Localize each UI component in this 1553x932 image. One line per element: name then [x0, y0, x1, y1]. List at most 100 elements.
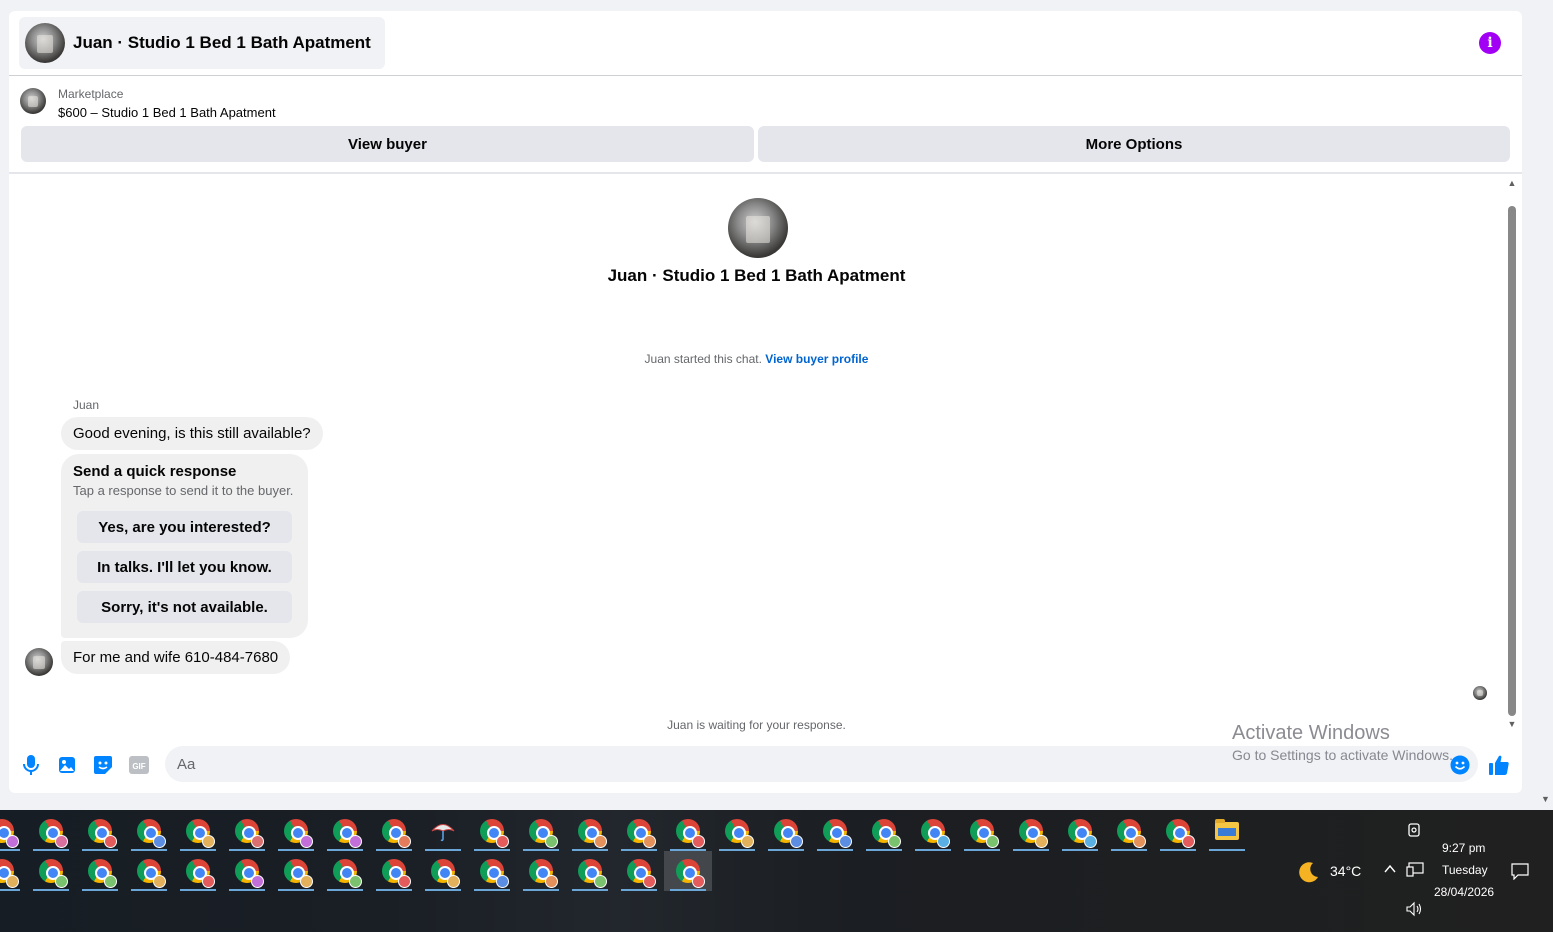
clock-date[interactable]: 28/04/2026	[1434, 885, 1494, 899]
chrome-profile-taskbar-icon[interactable]	[174, 811, 222, 851]
sender-name: Juan	[73, 398, 100, 412]
notification-icon[interactable]	[1511, 862, 1529, 885]
scroll-up-arrow[interactable]: ▲	[1506, 178, 1518, 188]
chrome-profile-taskbar-icon[interactable]	[223, 811, 271, 851]
chrome-profile-taskbar-icon[interactable]	[615, 851, 663, 891]
listing-summary[interactable]: Marketplace $600 – Studio 1 Bed 1 Bath A…	[20, 87, 276, 122]
chrome-profile-taskbar-icon[interactable]	[1007, 811, 1055, 851]
gif-icon[interactable]: GIF	[128, 754, 150, 776]
running-indicator	[474, 889, 510, 891]
chrome-profile-taskbar-icon[interactable]	[223, 851, 271, 891]
chrome-profile-taskbar-icon[interactable]	[517, 851, 565, 891]
chrome-profile-taskbar-icon[interactable]	[1154, 811, 1202, 851]
running-indicator	[131, 889, 167, 891]
chrome-profile-taskbar-icon[interactable]	[713, 811, 761, 851]
running-indicator	[768, 849, 804, 851]
clock-time[interactable]: 9:27 pm	[1442, 841, 1485, 855]
like-thumb-icon[interactable]	[1488, 754, 1510, 776]
chrome-icon	[872, 819, 901, 848]
view-buyer-button[interactable]: View buyer	[21, 126, 754, 162]
chrome-profile-taskbar-icon[interactable]	[566, 851, 614, 891]
chrome-profile-taskbar-icon[interactable]	[958, 811, 1006, 851]
chrome-profile-taskbar-icon[interactable]	[76, 851, 124, 891]
more-options-button[interactable]: More Options	[758, 126, 1510, 162]
chrome-profile-taskbar-icon[interactable]	[0, 851, 26, 891]
volume-icon[interactable]	[1406, 901, 1424, 922]
chrome-icon	[921, 819, 950, 848]
chrome-profile-taskbar-icon[interactable]	[321, 811, 369, 851]
scroll-down-arrow[interactable]: ▼	[1506, 719, 1518, 729]
conversation-title-button[interactable]: Juan · Studio 1 Bed 1 Bath Apatment	[19, 17, 385, 69]
profile-badge-icon	[300, 875, 313, 888]
quick-response-in-talks-button[interactable]: In talks. I'll let you know.	[77, 551, 292, 583]
chrome-profile-taskbar-icon[interactable]	[762, 811, 810, 851]
chrome-profile-taskbar-icon[interactable]	[566, 811, 614, 851]
chrome-profile-taskbar-icon[interactable]	[27, 811, 75, 851]
chrome-profile-taskbar-icon[interactable]	[125, 811, 173, 851]
chevron-up-icon[interactable]	[1383, 862, 1397, 881]
running-indicator	[229, 889, 265, 891]
running-indicator	[180, 889, 216, 891]
microphone-icon[interactable]	[20, 754, 42, 776]
running-indicator	[0, 889, 20, 891]
chrome-profile-taskbar-icon[interactable]	[1105, 811, 1153, 851]
moon-weather-icon[interactable]	[1297, 860, 1321, 889]
app-taskbar-icon[interactable]	[419, 811, 467, 851]
chrome-profile-taskbar-icon[interactable]	[0, 811, 26, 851]
scrollbar-thumb[interactable]	[1508, 206, 1516, 716]
thread-title: Juan · Studio 1 Bed 1 Bath Apatment	[607, 266, 906, 285]
chrome-profile-taskbar-icon[interactable]	[76, 811, 124, 851]
chrome-profile-taskbar-icon[interactable]	[370, 851, 418, 891]
chrome-profile-taskbar-icon[interactable]	[517, 811, 565, 851]
quick-response-not-available-button[interactable]: Sorry, it's not available.	[77, 591, 292, 623]
quick-response-yes-button[interactable]: Yes, are you interested?	[77, 511, 292, 543]
quick-response-card: Send a quick response Tap a response to …	[61, 454, 308, 638]
page-scroll-down-arrow[interactable]: ▼	[1541, 794, 1550, 804]
chrome-profile-taskbar-icon[interactable]	[468, 851, 516, 891]
chrome-profile-taskbar-icon[interactable]	[272, 851, 320, 891]
info-icon[interactable]: i	[1479, 32, 1501, 54]
chrome-icon	[1117, 819, 1146, 848]
sticker-icon[interactable]	[92, 754, 114, 776]
running-indicator	[33, 889, 69, 891]
chrome-profile-taskbar-icon[interactable]	[1056, 811, 1104, 851]
chrome-icon	[39, 859, 68, 888]
chrome-profile-taskbar-icon[interactable]	[27, 851, 75, 891]
profile-badge-icon	[300, 835, 313, 848]
conversation-header: Juan · Studio 1 Bed 1 Bath Apatment i	[9, 11, 1522, 76]
chrome-profile-taskbar-icon[interactable]	[615, 811, 663, 851]
file-explorer-taskbar-icon[interactable]	[1203, 811, 1251, 851]
profile-badge-icon	[496, 835, 509, 848]
message-bubble: For me and wife 610-484-7680	[61, 641, 291, 674]
chrome-icon	[235, 819, 264, 848]
chrome-profile-taskbar-icon[interactable]	[468, 811, 516, 851]
emoji-icon[interactable]	[1449, 754, 1471, 776]
chrome-profile-taskbar-icon[interactable]	[370, 811, 418, 851]
chrome-profile-taskbar-icon[interactable]	[321, 851, 369, 891]
profile-badge-icon	[545, 835, 558, 848]
view-buyer-profile-link[interactable]: View buyer profile	[765, 352, 868, 366]
chrome-profile-taskbar-icon[interactable]	[909, 811, 957, 851]
chrome-icon	[235, 859, 264, 888]
chrome-icon	[333, 859, 362, 888]
profile-badge-icon	[888, 835, 901, 848]
sender-avatar[interactable]	[25, 648, 53, 676]
chrome-profile-taskbar-icon[interactable]	[125, 851, 173, 891]
weather-temperature[interactable]: 34°C	[1330, 863, 1361, 879]
chrome-profile-taskbar-icon[interactable]	[664, 851, 712, 891]
chrome-icon	[1019, 819, 1048, 848]
network-icon[interactable]	[1406, 862, 1424, 883]
listing-avatar	[25, 23, 65, 63]
message-input[interactable]	[165, 746, 1478, 782]
chrome-profile-taskbar-icon[interactable]	[860, 811, 908, 851]
photo-icon[interactable]	[56, 754, 78, 776]
meet-now-icon[interactable]	[1407, 822, 1421, 843]
chrome-profile-taskbar-icon[interactable]	[174, 851, 222, 891]
chrome-profile-taskbar-icon[interactable]	[272, 811, 320, 851]
profile-badge-icon	[1084, 835, 1097, 848]
chrome-profile-taskbar-icon[interactable]	[811, 811, 859, 851]
clock-day[interactable]: Tuesday	[1442, 863, 1488, 877]
chrome-profile-taskbar-icon[interactable]	[419, 851, 467, 891]
running-indicator	[278, 889, 314, 891]
chrome-profile-taskbar-icon[interactable]	[664, 811, 712, 851]
